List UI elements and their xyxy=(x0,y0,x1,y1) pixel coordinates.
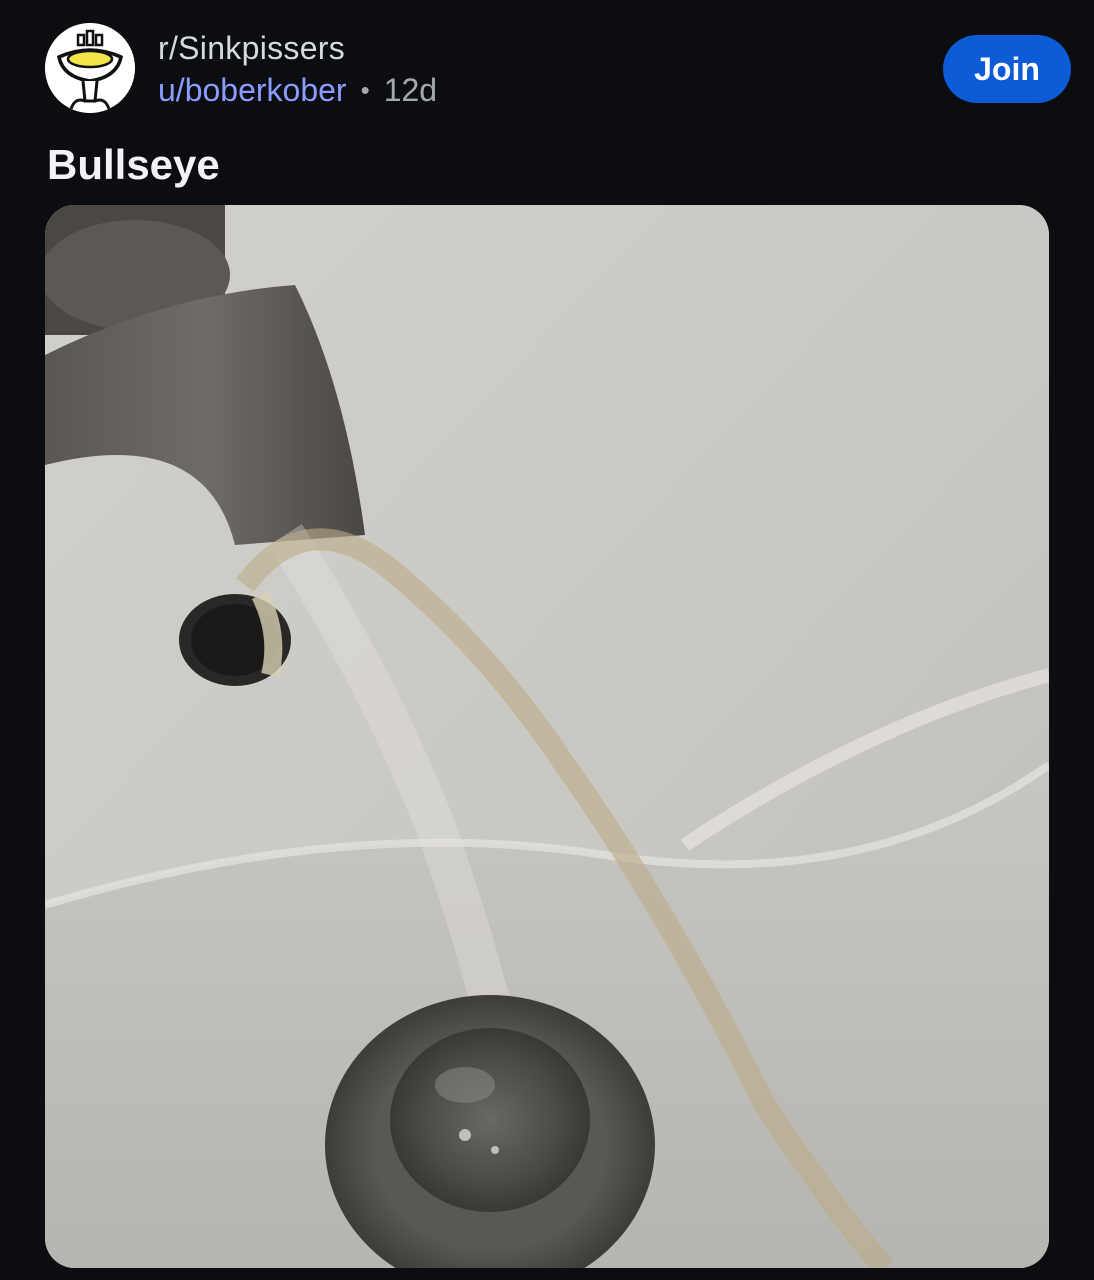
author-link[interactable]: u/boberkober xyxy=(158,70,347,110)
separator-dot: • xyxy=(360,75,370,105)
photo-of-sink-icon xyxy=(45,205,1049,1268)
community-name-link[interactable]: r/Sinkpissers xyxy=(158,28,437,68)
post-meta: r/Sinkpissers u/boberkober • 12d xyxy=(158,28,437,110)
post-image[interactable] xyxy=(45,205,1049,1268)
post-card[interactable]: r/Sinkpissers u/boberkober • 12d Join Bu… xyxy=(0,0,1094,1280)
join-button[interactable]: Join xyxy=(943,35,1071,103)
community-avatar-icon[interactable] xyxy=(45,23,135,113)
post-age: 12d xyxy=(383,72,438,108)
post-title[interactable]: Bullseye xyxy=(47,140,220,190)
byline: u/boberkober • 12d xyxy=(158,70,437,110)
